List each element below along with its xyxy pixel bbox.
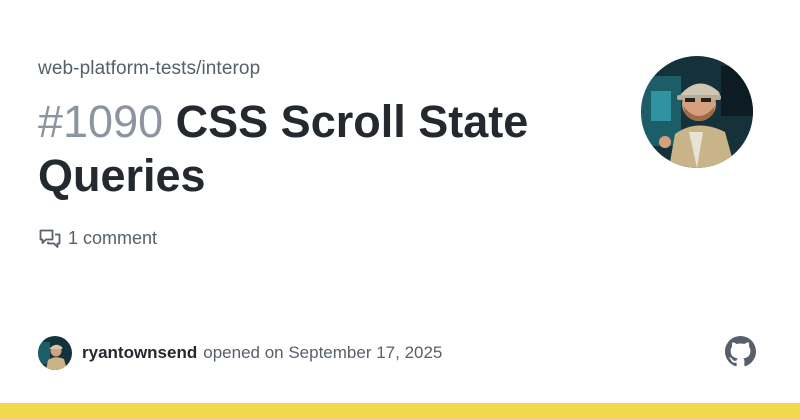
comment-discussion-icon	[38, 226, 62, 250]
opened-date: opened on September 17, 2025	[203, 343, 443, 362]
repo-name[interactable]: web-platform-tests/interop	[38, 58, 260, 80]
author-avatar-large[interactable]	[641, 56, 753, 168]
issue-number: #1090	[38, 96, 164, 147]
issue-title: #1090 CSS Scroll State Queries	[38, 95, 608, 203]
github-logo-icon[interactable]	[725, 336, 756, 367]
author-username[interactable]: ryantownsend	[82, 343, 197, 363]
comments-count[interactable]: 1 comment	[38, 226, 157, 250]
comments-label: 1 comment	[68, 227, 158, 248]
author-line: ryantownsend opened on September 17, 202…	[38, 336, 442, 370]
accent-bar	[0, 403, 800, 419]
author-avatar[interactable]	[38, 336, 72, 370]
